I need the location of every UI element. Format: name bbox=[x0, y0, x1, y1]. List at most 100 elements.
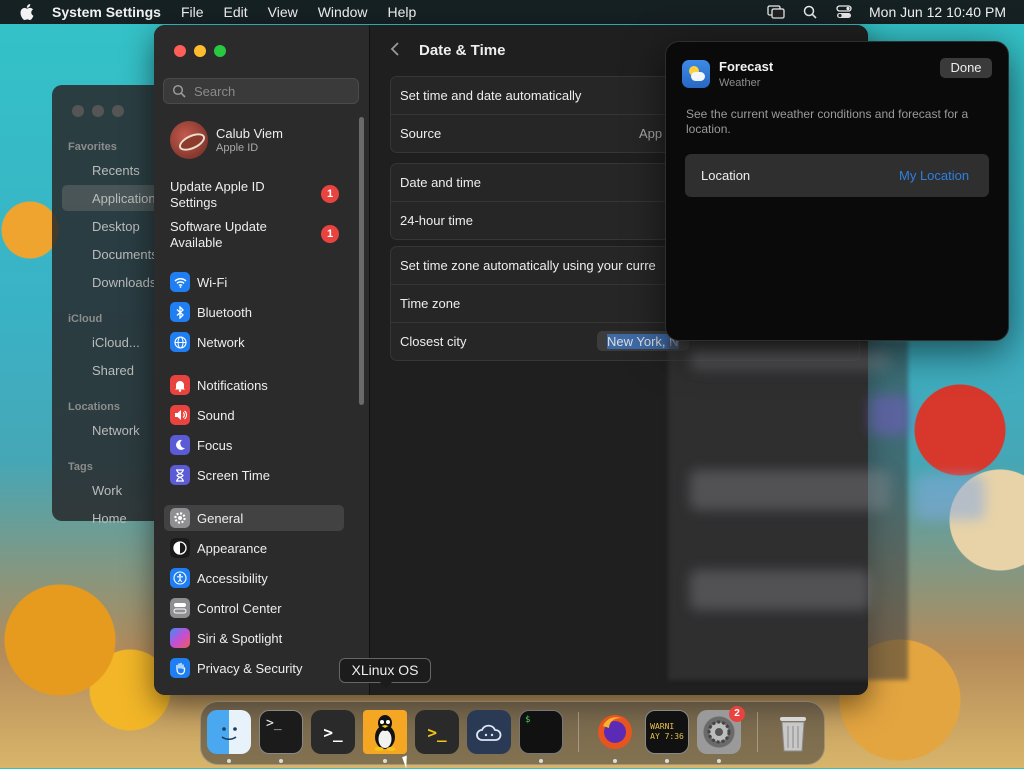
sidebar-item-label: Appearance bbox=[197, 540, 268, 556]
finder-section-locations: Locations bbox=[68, 401, 120, 413]
hourglass-icon bbox=[170, 465, 190, 485]
sidebar-item-label: Focus bbox=[197, 437, 233, 453]
menu-window[interactable]: Window bbox=[318, 4, 368, 20]
finder-item[interactable]: iCloud... bbox=[92, 335, 140, 350]
sidebar-item-label: Siri & Spotlight bbox=[197, 630, 283, 646]
sidebar-item-privacy-security[interactable]: Privacy & Security bbox=[164, 655, 344, 681]
trash-icon[interactable] bbox=[771, 710, 815, 754]
software-update-item[interactable]: Software Update Available bbox=[170, 219, 310, 251]
sidebar-item-control-center[interactable]: Control Center bbox=[164, 595, 344, 621]
row-label: 24-hour time bbox=[400, 213, 473, 228]
spotlight-search-icon[interactable] bbox=[801, 5, 819, 19]
prompt-app-icon[interactable]: >_ bbox=[311, 710, 355, 754]
finder-item[interactable]: Downloads bbox=[92, 275, 156, 290]
weather-icon bbox=[682, 60, 710, 88]
widget-title: Forecast bbox=[719, 59, 774, 74]
moon-icon bbox=[170, 435, 190, 455]
sidebar-item-label: Wi-Fi bbox=[197, 274, 228, 290]
bluetooth-icon bbox=[170, 302, 190, 322]
finder-item[interactable]: Applications bbox=[92, 191, 162, 206]
done-button[interactable]: Done bbox=[940, 58, 992, 78]
minimize-window-button[interactable] bbox=[194, 45, 206, 57]
page-title: Date & Time bbox=[419, 42, 506, 59]
finder-item[interactable]: Recents bbox=[92, 163, 140, 178]
sidebar-item-notifications[interactable]: Notifications bbox=[164, 372, 344, 398]
appearance-icon bbox=[170, 538, 190, 558]
zoom-window-button[interactable] bbox=[214, 45, 226, 57]
widget-description: See the current weather conditions and f… bbox=[686, 107, 969, 136]
console-warning-text: WARNI AY 7:36 bbox=[650, 722, 684, 741]
close-window-button[interactable] bbox=[174, 45, 186, 57]
activity-monitor-app-icon[interactable]: $ bbox=[519, 710, 563, 754]
row-label: Source bbox=[400, 126, 442, 141]
menu-view[interactable]: View bbox=[268, 4, 298, 20]
system-settings-app-icon[interactable]: 2 bbox=[697, 706, 745, 754]
settings-sidebar: Calub Viem Apple ID Update Apple ID Sett… bbox=[154, 25, 370, 695]
sidebar-item-bluetooth[interactable]: Bluetooth bbox=[164, 299, 344, 325]
finder-item[interactable]: Work bbox=[92, 483, 122, 498]
firefox-app-icon[interactable] bbox=[593, 710, 637, 754]
sidebar-item-sound[interactable]: Sound bbox=[164, 402, 344, 428]
menu-edit[interactable]: Edit bbox=[224, 4, 248, 20]
sidebar-item-label: Bluetooth bbox=[197, 304, 252, 320]
finder-section-tags: Tags bbox=[68, 461, 93, 473]
sidebar-item-label: Accessibility bbox=[197, 570, 268, 586]
finder-item[interactable]: Home bbox=[92, 511, 127, 526]
location-value[interactable]: My Location bbox=[899, 168, 969, 183]
sidebar-item-screen-time[interactable]: Screen Time bbox=[164, 462, 344, 488]
finder-item[interactable]: Documents bbox=[92, 247, 158, 262]
apple-id-account[interactable]: Calub Viem Apple ID bbox=[170, 121, 283, 159]
powershell-app-icon[interactable]: >_ bbox=[415, 710, 459, 754]
cloud-app-icon[interactable] bbox=[467, 710, 511, 754]
finder-item[interactable]: Network bbox=[92, 423, 140, 438]
speaker-icon bbox=[170, 405, 190, 425]
sidebar-item-label: Screen Time bbox=[197, 467, 270, 483]
sidebar-item-label: Sound bbox=[197, 407, 235, 423]
sidebar-item-label: Network bbox=[197, 334, 245, 350]
sidebar-item-label: Notifications bbox=[197, 377, 268, 393]
terminal-app-icon[interactable]: >_ bbox=[259, 710, 303, 754]
notification-badge: 1 bbox=[321, 185, 339, 203]
menu-help[interactable]: Help bbox=[388, 4, 417, 20]
finder-item[interactable]: Desktop bbox=[92, 219, 140, 234]
back-chevron-icon[interactable] bbox=[390, 41, 400, 62]
sidebar-item-label: Privacy & Security bbox=[197, 660, 303, 676]
menu-file[interactable]: File bbox=[181, 4, 204, 20]
console-app-icon[interactable]: WARNI AY 7:36 bbox=[645, 710, 689, 754]
sidebar-item-wifi[interactable]: Wi-Fi bbox=[164, 269, 344, 295]
user-subtitle: Apple ID bbox=[216, 142, 259, 154]
finder-app-icon[interactable] bbox=[207, 710, 251, 754]
sidebar-item-general[interactable]: General bbox=[164, 505, 344, 531]
menubar-clock[interactable]: Mon Jun 12 10:40 PM bbox=[869, 4, 1006, 20]
sidebar-item-siri-spotlight[interactable]: Siri & Spotlight bbox=[164, 625, 344, 651]
row-label: Set time zone automatically using your c… bbox=[400, 258, 656, 273]
wifi-icon bbox=[170, 272, 190, 292]
source-value[interactable]: App bbox=[639, 126, 662, 141]
sidebar-item-accessibility[interactable]: Accessibility bbox=[164, 565, 344, 591]
search-input[interactable] bbox=[192, 82, 356, 100]
screen-mirroring-icon[interactable] bbox=[767, 5, 785, 19]
menu-app-name[interactable]: System Settings bbox=[52, 4, 161, 20]
sidebar-search[interactable] bbox=[163, 78, 359, 104]
hand-icon bbox=[170, 658, 190, 678]
update-apple-id-item[interactable]: Update Apple ID Settings bbox=[170, 179, 310, 211]
sidebar-item-focus[interactable]: Focus bbox=[164, 432, 344, 458]
dock-tooltip: XLinux OS bbox=[339, 658, 431, 688]
row-label: Set time and date automatically bbox=[400, 88, 582, 103]
xlinux-os-app-icon[interactable] bbox=[363, 710, 407, 754]
sidebar-scrollbar[interactable] bbox=[359, 117, 364, 405]
sidebar-item-network[interactable]: Network bbox=[164, 329, 344, 355]
notification-badge: 2 bbox=[729, 706, 745, 722]
finder-item[interactable]: Shared bbox=[92, 363, 134, 378]
notification-badge: 1 bbox=[321, 225, 339, 243]
row-label: Time zone bbox=[400, 296, 461, 311]
accessibility-icon bbox=[170, 568, 190, 588]
control-center-icon[interactable] bbox=[835, 5, 853, 19]
forecast-widget-panel: Forecast Weather Done See the current we… bbox=[665, 41, 1009, 341]
sidebar-item-label: Control Center bbox=[197, 600, 282, 616]
siri-icon bbox=[170, 628, 190, 648]
sidebar-item-appearance[interactable]: Appearance bbox=[164, 535, 344, 561]
location-row[interactable]: Location My Location bbox=[685, 154, 989, 197]
apple-menu-icon[interactable] bbox=[18, 4, 34, 20]
user-name: Calub Viem bbox=[216, 126, 283, 141]
